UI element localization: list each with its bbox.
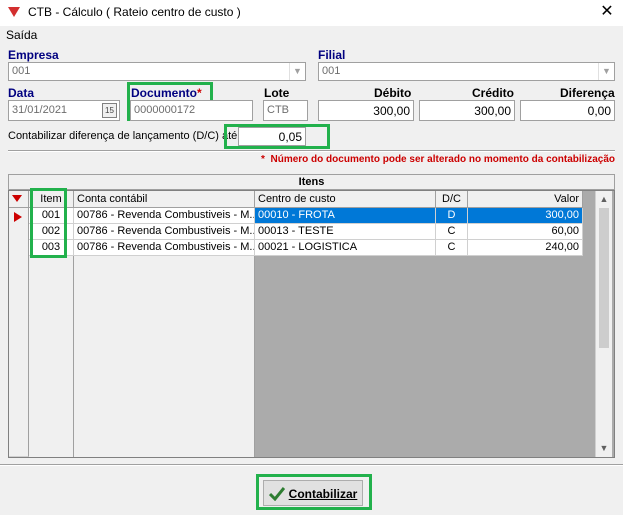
debito-field: 300,00 (318, 100, 414, 121)
contabilizar-button[interactable]: Contabilizar (263, 480, 363, 506)
item-column-highlight (30, 188, 67, 258)
table-cell-valor[interactable]: 60,00 (468, 224, 583, 240)
column-header-conta[interactable]: Conta contábil (74, 191, 255, 208)
table-cell-dc[interactable]: C (436, 224, 468, 240)
table-cell-conta[interactable]: 00786 - Revenda Combustiveis - M... (74, 208, 255, 224)
warning-star: * (261, 154, 265, 165)
column-header-centro[interactable]: Centro de custo (255, 191, 436, 208)
row-indicator-column (9, 208, 29, 457)
contab-diferenca-label: Contabilizar diferença de lançamento (D/… (8, 130, 241, 142)
data-value: 31/01/2021 (12, 104, 68, 116)
separator (8, 150, 615, 152)
calendar-icon[interactable]: 15 (102, 103, 117, 118)
lote-label: Lote (264, 86, 290, 100)
column-header-valor[interactable]: Valor (468, 191, 583, 208)
filial-label: Filial (318, 48, 346, 62)
vertical-scrollbar[interactable]: ▲ ▼ (595, 191, 612, 457)
grid-header-indicator (9, 191, 29, 208)
table-cell-conta[interactable]: 00786 - Revenda Combustiveis - M... (74, 224, 255, 240)
title-bar: CTB - Cálculo ( Rateio centro de custo )… (0, 0, 623, 26)
table-cell-conta[interactable]: 00786 - Revenda Combustiveis - M... (74, 240, 255, 256)
debito-value: 300,00 (373, 104, 410, 118)
diferenca-label: Diferença (560, 86, 615, 100)
credito-label: Crédito (472, 86, 514, 100)
bottom-separator (0, 464, 623, 466)
filial-value: 001 (322, 65, 341, 77)
documento-field[interactable]: 0000000172 (130, 100, 253, 121)
grid-title: Itens (8, 174, 615, 190)
chevron-down-icon[interactable]: ▼ (598, 63, 614, 80)
close-icon[interactable]: ✕ (596, 2, 618, 22)
chevron-down-icon[interactable]: ▼ (289, 63, 305, 80)
empresa-value: 001 (12, 65, 31, 77)
contab-diferenca-value: 0,05 (278, 130, 302, 144)
warning-message: * Número do documento pode ser alterado … (261, 154, 615, 165)
table-cell-valor[interactable]: 300,00 (468, 208, 583, 224)
lote-value: CTB (267, 104, 289, 116)
documento-label: Documento* (131, 86, 202, 100)
app-icon (8, 7, 20, 17)
table-cell-valor[interactable]: 240,00 (468, 240, 583, 256)
filial-select[interactable]: 001 ▼ (318, 62, 615, 81)
empresa-select[interactable]: 001 ▼ (8, 62, 306, 81)
credito-value: 300,00 (474, 104, 511, 118)
data-field[interactable]: 31/01/2021 15 (8, 100, 120, 121)
credito-field: 300,00 (419, 100, 515, 121)
scrollbar-thumb[interactable] (599, 208, 609, 348)
menu-bar: Saída (0, 26, 623, 44)
contabilizar-label: Contabilizar (288, 486, 358, 501)
sort-down-icon (12, 195, 22, 202)
items-grid[interactable]: Item Conta contábil Centro de custo D/C … (8, 190, 615, 458)
debito-label: Débito (374, 86, 412, 100)
warning-text: Número do documento pode ser alterado no… (270, 154, 616, 165)
documento-value: 0000000172 (134, 104, 196, 116)
column-header-dc[interactable]: D/C (436, 191, 468, 208)
lote-field[interactable]: CTB (263, 100, 308, 121)
table-cell-centro[interactable]: 00013 - TESTE (255, 224, 436, 240)
documento-label-text: Documento (131, 86, 197, 100)
table-cell-dc[interactable]: C (436, 240, 468, 256)
empresa-label: Empresa (8, 48, 59, 62)
checkmark-icon (268, 486, 285, 502)
chevron-down-icon[interactable]: ▼ (596, 440, 612, 457)
window-title: CTB - Cálculo ( Rateio centro de custo ) (28, 5, 241, 19)
documento-required-mark: * (197, 86, 202, 100)
table-cell-centro[interactable]: 00010 - FROTA (255, 208, 436, 224)
table-cell-centro[interactable]: 00021 - LOGISTICA (255, 240, 436, 256)
diferenca-field: 0,00 (520, 100, 615, 121)
contab-diferenca-field[interactable]: 0,05 (238, 127, 306, 146)
table-cell-dc[interactable]: D (436, 208, 468, 224)
chevron-up-icon[interactable]: ▲ (596, 191, 612, 208)
data-label: Data (8, 86, 35, 100)
menu-item-saida[interactable]: Saída (6, 28, 37, 42)
current-row-icon (14, 211, 22, 225)
diferenca-value: 0,00 (587, 104, 611, 118)
